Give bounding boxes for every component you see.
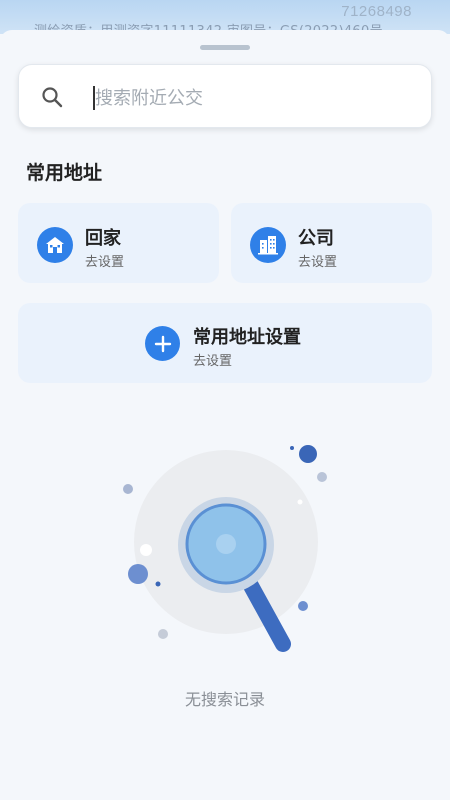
- home-card[interactable]: 回家 去设置: [18, 203, 219, 283]
- home-icon: [37, 227, 73, 263]
- search-input[interactable]: [95, 83, 415, 113]
- common-address-settings-label: 常用地址设置: [193, 327, 301, 348]
- drag-handle[interactable]: [200, 45, 250, 50]
- map-number: 71268498: [341, 3, 412, 20]
- search-icon: [41, 86, 63, 108]
- building-icon: [250, 227, 286, 263]
- bottom-sheet: [0, 30, 450, 800]
- map-strip: 测绘资质：甲测资字11111342 审图号：GS(2022)460号 71268…: [0, 0, 450, 34]
- plus-icon: [145, 326, 180, 361]
- company-card[interactable]: 公司 去设置: [231, 203, 432, 283]
- empty-search-illustration: [110, 440, 340, 670]
- common-address-settings-sub: 去设置: [193, 354, 233, 369]
- company-sub: 去设置: [298, 255, 338, 270]
- company-label: 公司: [298, 228, 334, 249]
- home-sub: 去设置: [85, 255, 125, 270]
- empty-state-text: 无搜索记录: [184, 690, 265, 709]
- home-label: 回家: [85, 228, 121, 249]
- common-address-settings-card[interactable]: 常用地址设置 去设置: [18, 303, 432, 383]
- search-box[interactable]: [18, 64, 432, 128]
- section-title: 常用地址: [26, 162, 103, 184]
